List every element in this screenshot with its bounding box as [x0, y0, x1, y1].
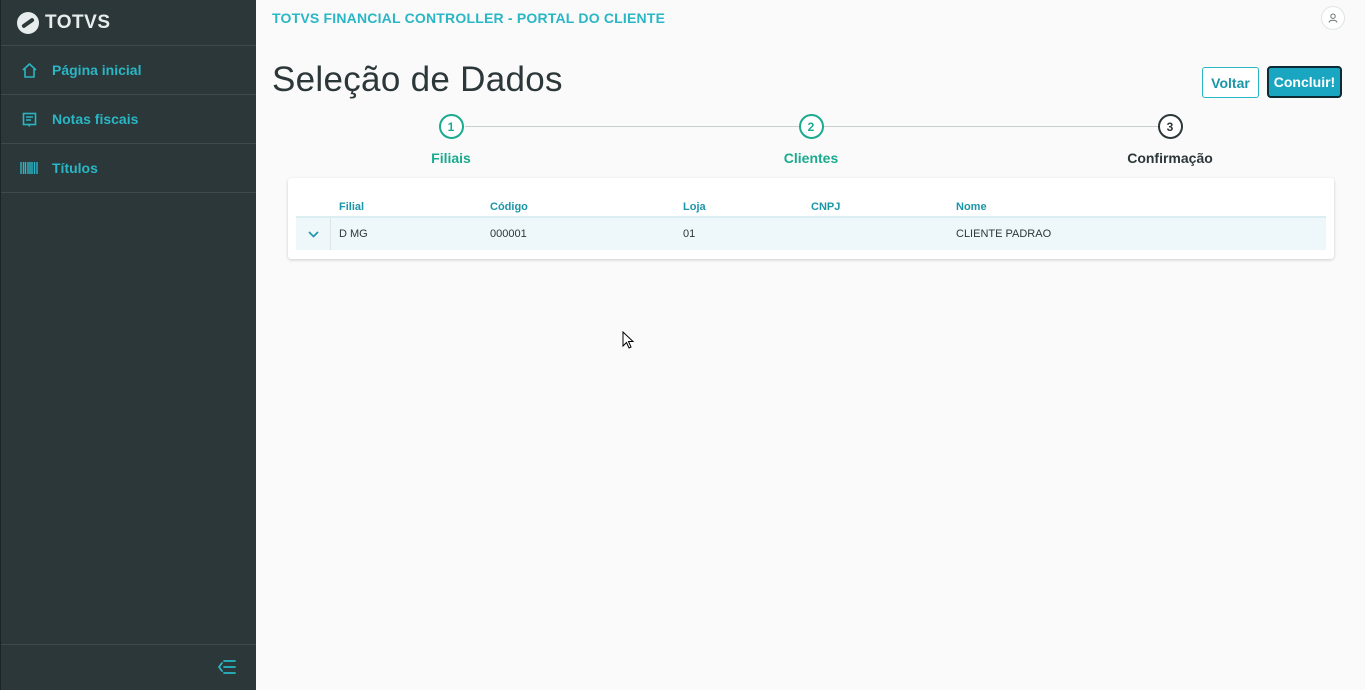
- step-clientes[interactable]: 2 Clientes: [751, 114, 871, 166]
- sidebar-item-pagina-inicial[interactable]: Página inicial: [1, 46, 256, 95]
- sidebar-item-notas-fiscais[interactable]: Notas fiscais: [1, 95, 256, 144]
- stepper-connector: [465, 126, 799, 127]
- brand-logo[interactable]: TOTVS: [1, 0, 256, 46]
- column-header-cnpj[interactable]: CNPJ: [811, 201, 840, 213]
- barcode-icon: [20, 159, 38, 177]
- collapse-menu-icon[interactable]: [217, 659, 238, 677]
- receipt-icon: [20, 110, 38, 128]
- step-number: 2: [798, 114, 824, 139]
- page-title: Seleção de Dados: [272, 60, 563, 99]
- step-label: Confirmação: [1127, 150, 1213, 166]
- main-content: TOTVS FINANCIAL CONTROLLER - PORTAL DO C…: [256, 0, 1365, 690]
- step-number: 1: [438, 114, 464, 139]
- column-header-loja[interactable]: Loja: [683, 201, 706, 213]
- cell-loja: 01: [683, 228, 696, 240]
- sidebar-item-label: Títulos: [52, 160, 98, 176]
- column-header-nome[interactable]: Nome: [956, 201, 987, 213]
- row-expand-button[interactable]: [296, 218, 331, 250]
- column-header-filial[interactable]: Filial: [339, 201, 364, 213]
- step-number: 3: [1157, 114, 1183, 139]
- user-menu-button[interactable]: [1321, 6, 1345, 30]
- sidebar-item-label: Notas fiscais: [52, 111, 139, 127]
- step-label: Clientes: [783, 150, 839, 166]
- finish-button[interactable]: Concluir!: [1267, 66, 1342, 98]
- data-table: Filial Código Loja CNPJ Nome D MG 000001…: [288, 178, 1334, 259]
- step-filiais[interactable]: 1 Filiais: [391, 114, 511, 166]
- cell-codigo: 000001: [490, 228, 527, 240]
- totvs-logo-icon: [17, 11, 39, 34]
- mouse-cursor-icon: [622, 331, 635, 349]
- app-title: TOTVS FINANCIAL CONTROLLER - PORTAL DO C…: [272, 10, 666, 26]
- stepper-connector: [823, 126, 1158, 127]
- stepper: 1 Filiais 2 Clientes 3 Confirmação: [256, 114, 1365, 174]
- sidebar-item-label: Página inicial: [52, 62, 142, 78]
- step-label: Filiais: [431, 150, 471, 166]
- table-header: Filial Código Loja CNPJ Nome: [296, 186, 1326, 218]
- sidebar-footer: [1, 644, 256, 690]
- cell-nome: CLIENTE PADRAO: [956, 228, 1052, 240]
- chevron-down-icon: [307, 230, 319, 238]
- sidebar: TOTVS Página inicial Notas fiscais Títul…: [0, 0, 256, 690]
- brand-name: TOTVS: [45, 11, 111, 33]
- sidebar-item-titulos[interactable]: Títulos: [1, 144, 256, 193]
- step-confirmacao[interactable]: 3 Confirmação: [1110, 114, 1230, 166]
- cell-filial: D MG: [339, 228, 368, 240]
- column-header-codigo[interactable]: Código: [490, 201, 528, 213]
- back-button[interactable]: Voltar: [1202, 67, 1259, 98]
- user-icon: [1328, 13, 1338, 23]
- home-icon: [20, 61, 38, 79]
- table-row[interactable]: D MG 000001 01 CLIENTE PADRAO: [296, 218, 1326, 250]
